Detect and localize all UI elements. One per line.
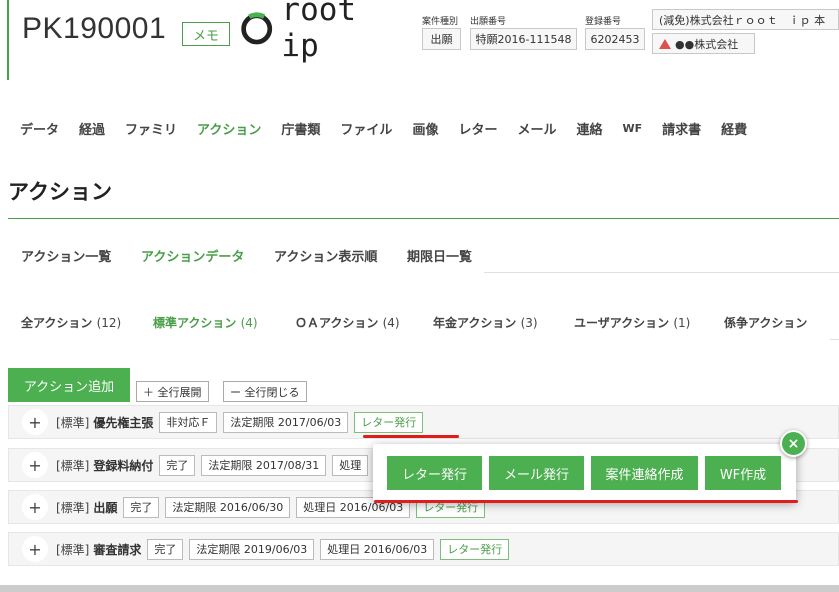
row-name: 審査請求 [93,542,142,557]
nav-tab-images[interactable]: 画像 [412,119,438,138]
row-processed: 処理 [332,454,369,476]
cat-tab-dispute[interactable]: 係争アクション [724,314,807,331]
cat-tab-standard-count: (4) [240,316,258,330]
case-type-label: 案件種別 [422,17,459,27]
app-no-value: 特願2016-111548 [470,28,577,50]
subtab-action-order[interactable]: アクション表示順 [274,246,377,265]
row-tag: [標準] [56,542,90,557]
reg-no-label: 登録番号 [585,17,622,27]
highlight-underline [363,435,459,438]
expand-row-icon[interactable]: + [22,494,48,520]
cat-tab-oa[interactable]: ＯＡアクション (4) [295,314,400,331]
party-company[interactable]: ●●株式会社 [652,33,755,54]
popup-case-contact-button[interactable]: 案件連絡作成 [591,456,698,490]
row-deadline: 法定期限 2019/06/03 [189,538,315,560]
nav-tab-wf[interactable]: WF [623,122,643,135]
nav-tab-data[interactable]: データ [20,119,59,138]
row-tag: [標準] [56,458,90,473]
close-icon[interactable]: × [780,430,807,457]
row-tag: [標準] [56,415,90,430]
nav-tab-office-docs[interactable]: 庁書類 [281,119,320,138]
logo-text: root ip [281,0,357,64]
cat-tab-annuity[interactable]: 年金アクション (3) [433,314,538,331]
cat-tab-oa-count: (4) [382,316,400,330]
action-popup: レター発行 メール発行 案件連絡作成 WF作成 [373,444,796,502]
memo-button[interactable]: メモ [182,22,230,46]
expand-row-icon[interactable]: + [22,409,48,435]
row-status: 完了 [123,496,160,518]
main-nav: データ 経過 ファミリ アクション 庁書類 ファイル 画像 レター メール 連絡… [0,110,839,146]
row-tag: [標準] [56,500,90,515]
row-deadline: 法定期限 2016/06/30 [165,496,291,518]
subtab-deadline-list[interactable]: 期限日一覧 [407,246,472,265]
expand-row-icon[interactable]: + [22,452,48,478]
cat-tab-all-count: (12) [96,316,122,330]
category-divider [830,339,839,340]
row-name: 登録料納付 [93,458,154,473]
nav-tab-family[interactable]: ファミリ [125,119,177,138]
expand-all-button[interactable]: ＋ 全行展開 [136,381,209,402]
action-row[interactable]: + [標準] 優先権主張 非対応Ｆ 法定期限 2017/06/03 レター発行 [8,405,839,439]
cat-tab-user[interactable]: ユーザアクション (1) [574,314,690,331]
warning-icon [659,38,671,49]
row-deadline: 法定期限 2017/08/31 [201,454,327,476]
case-type-value: 出願 [422,28,461,50]
row-name: 出願 [93,500,118,515]
subtab-action-data[interactable]: アクションデータ [141,246,244,265]
row-name: 優先権主張 [93,415,154,430]
cat-tab-user-count: (1) [673,316,691,330]
cat-tab-dispute-label: 係争アクション [724,316,808,330]
party-applicant[interactable]: (減免)株式会社ｒｏｏｔ ｉｐ 本 [652,9,839,30]
horizontal-scrollbar[interactable] [0,585,839,592]
nav-tab-contact[interactable]: 連絡 [576,119,602,138]
popup-letter-button[interactable]: レター発行 [387,456,482,490]
page-accent-bar [7,0,9,80]
expand-row-icon[interactable]: + [22,536,48,562]
nav-tab-letter[interactable]: レター [458,119,497,138]
add-action-button[interactable]: アクション追加 [8,368,130,402]
action-row[interactable]: + [標準] 審査請求 完了 法定期限 2019/06/03 処理日 2016/… [8,532,839,566]
highlight-underline [374,500,798,503]
cat-tab-standard-label: 標準アクション [153,316,237,330]
row-letter-button[interactable]: レター発行 [354,411,424,433]
subtab-divider [484,272,839,273]
nav-tab-files[interactable]: ファイル [340,119,392,138]
reg-no-value: 6202453 [585,28,645,50]
row-status: 完了 [159,454,196,476]
cat-tab-oa-label: ＯＡアクション [295,316,379,330]
page-title: アクション [8,180,112,204]
logo-ring-icon [241,12,273,45]
nav-tab-history[interactable]: 経過 [79,119,105,138]
row-status: 非対応Ｆ [159,411,218,433]
popup-mail-button[interactable]: メール発行 [489,456,584,490]
cat-tab-annuity-count: (3) [520,316,538,330]
nav-tab-invoice[interactable]: 請求書 [662,119,701,138]
cat-tab-user-label: ユーザアクション [574,316,670,330]
cat-tab-standard[interactable]: 標準アクション (4) [153,314,258,331]
case-id: PK190001 [22,12,167,45]
cat-tab-all[interactable]: 全アクション (12) [21,314,121,331]
party-company-label: ●●株式会社 [675,37,739,51]
subtab-action-list[interactable]: アクション一覧 [21,246,111,265]
cat-tab-all-label: 全アクション [21,316,93,330]
nav-tab-action[interactable]: アクション [197,119,261,138]
logo: root ip [238,0,410,64]
collapse-all-button[interactable]: ー 全行閉じる [223,381,307,402]
app-no-label: 出願番号 [470,17,507,27]
title-divider [8,218,839,219]
row-letter-button[interactable]: レター発行 [440,538,510,560]
nav-tab-mail[interactable]: メール [517,119,556,138]
popup-wf-button[interactable]: WF作成 [705,456,781,490]
cat-tab-annuity-label: 年金アクション [433,316,517,330]
row-status: 完了 [147,538,184,560]
row-deadline: 法定期限 2017/06/03 [223,411,349,433]
nav-tab-expenses[interactable]: 経費 [721,119,747,138]
row-processed: 処理日 2016/06/03 [320,538,435,560]
